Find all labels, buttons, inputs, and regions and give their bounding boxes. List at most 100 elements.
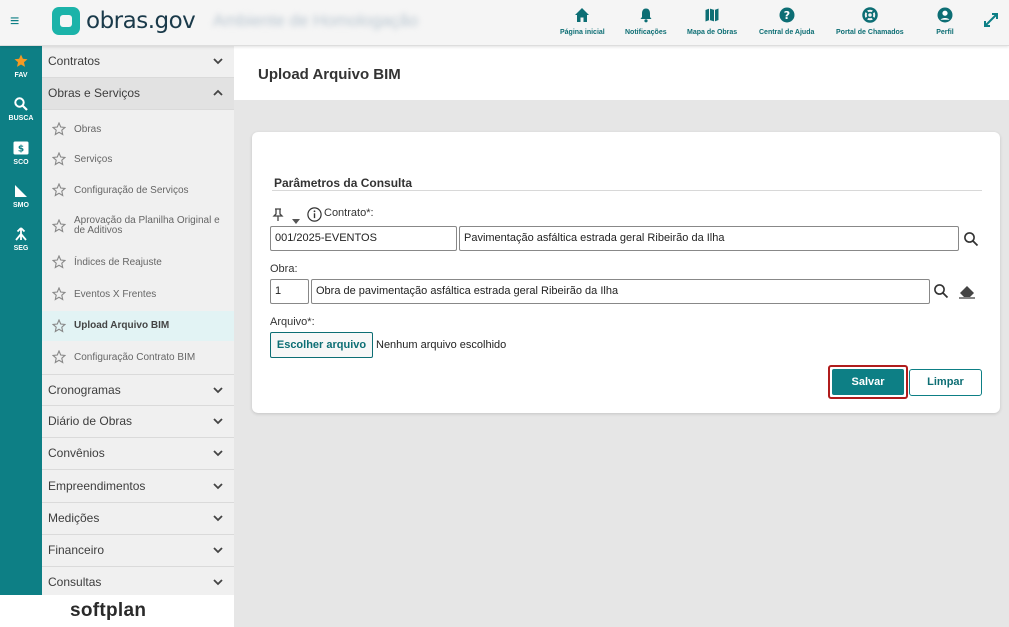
sidebar-item-label: Aprovação da Planilha Original e de Adit… — [74, 215, 220, 236]
page-header: Upload Arquivo BIM — [234, 46, 1009, 100]
svg-text:?: ? — [783, 9, 789, 22]
nav-tickets-label: Portal de Chamados — [836, 29, 904, 36]
app-logo[interactable]: obras.gov — [52, 7, 196, 35]
star-outline-icon[interactable] — [51, 286, 67, 301]
nav-tickets[interactable]: Portal de Chamados — [836, 7, 904, 36]
nav-map-label: Mapa de Obras — [687, 29, 738, 36]
save-button-highlight: Salvar — [828, 365, 908, 399]
section-divider — [272, 190, 982, 191]
rail-item-busca[interactable]: BUSCA — [0, 97, 42, 122]
section-title: Parâmetros da Consulta — [274, 176, 413, 190]
nav-notifications[interactable]: Notificações — [625, 7, 667, 36]
chevron-down-icon — [211, 479, 225, 493]
page-title: Upload Arquivo BIM — [258, 66, 401, 83]
nav-profile[interactable]: Perfil — [936, 7, 954, 36]
sidebar-category-financeiro[interactable]: Financeiro — [42, 535, 234, 567]
sidebar-item-label: Upload Arquivo BIM — [74, 320, 170, 331]
rail-item-sco[interactable]: $ SCO — [0, 141, 42, 166]
star-outline-icon[interactable] — [51, 218, 67, 233]
rail-item-seg[interactable]: SEG — [0, 227, 42, 252]
chevron-down-icon — [211, 414, 225, 428]
top-bar: ≡ obras.gov Ambiente de Homologação Pági… — [0, 0, 1009, 46]
rail-item-fav[interactable]: FAV — [0, 54, 42, 79]
contrato-code-field[interactable]: 001/2025-EVENTOS — [270, 226, 457, 251]
save-button[interactable]: Salvar — [832, 369, 904, 395]
sidebar-item-obras[interactable]: Obras — [42, 121, 234, 142]
rail-item-sco-label: SCO — [13, 159, 29, 166]
sidebar-item-label: Serviços — [74, 154, 113, 165]
sidebar-category-label: Contratos — [48, 54, 101, 68]
nav-help[interactable]: ? Central de Ajuda — [759, 7, 814, 36]
sidebar-item-eventos-frentes[interactable]: Eventos X Frentes — [42, 286, 234, 307]
contrato-label: Contrato*: — [324, 207, 374, 219]
app-name: obras.gov — [86, 8, 196, 34]
chevron-down-icon — [211, 446, 225, 460]
rail-item-fav-label: FAV — [14, 72, 28, 79]
sidebar-category-label: Financeiro — [48, 543, 105, 557]
form-card: Parâmetros da Consulta Contrato*: 001/20… — [252, 132, 1000, 413]
star-outline-icon[interactable] — [51, 254, 67, 269]
sidebar-category-medicoes[interactable]: Medições — [42, 503, 234, 535]
clear-button[interactable]: Limpar — [909, 369, 982, 396]
star-outline-icon[interactable] — [51, 121, 67, 136]
nav-home-label: Página inicial — [560, 29, 605, 36]
nav-home[interactable]: Página inicial — [560, 7, 605, 36]
sidebar-category-label: Consultas — [48, 575, 102, 589]
file-status-text: Nenhum arquivo escolhido — [376, 339, 507, 351]
sidebar-item-servicos[interactable]: Serviços — [42, 151, 234, 172]
rail-item-smo[interactable]: SMO — [0, 184, 42, 209]
eraser-icon[interactable] — [958, 285, 975, 301]
star-icon — [14, 54, 28, 70]
star-outline-icon[interactable] — [51, 318, 67, 333]
map-icon — [703, 7, 721, 25]
info-icon[interactable] — [307, 207, 322, 222]
star-outline-icon[interactable] — [51, 349, 67, 364]
caret-down-icon[interactable] — [292, 212, 300, 224]
sidebar-item-configuracao-contrato-bim[interactable]: Configuração Contrato BIM — [42, 349, 234, 370]
bell-icon — [637, 7, 655, 25]
rail-item-smo-label: SMO — [13, 202, 29, 209]
chevron-up-icon — [211, 86, 225, 100]
contrato-description-field[interactable]: Pavimentação asfáltica estrada geral Rib… — [459, 226, 959, 251]
sidebar-category-diario-obras[interactable]: Diário de Obras — [42, 406, 234, 438]
star-outline-icon[interactable] — [51, 151, 67, 166]
sidebar-item-label: Obras — [74, 124, 102, 135]
sidebar-category-label: Obras e Serviços — [48, 86, 141, 100]
expand-icon[interactable] — [983, 12, 999, 32]
obra-description-field[interactable]: Obra de pavimentação asfáltica estrada g… — [311, 279, 930, 304]
sidebar-item-label: Configuração Contrato BIM — [74, 352, 196, 363]
star-outline-icon[interactable] — [51, 182, 67, 197]
sidebar-category-label: Diário de Obras — [48, 414, 133, 428]
profile-icon — [936, 7, 954, 25]
chevron-down-icon — [211, 511, 225, 525]
choose-file-button[interactable]: Escolher arquivo — [270, 332, 373, 358]
sidebar-category-empreendimentos[interactable]: Empreendimentos — [42, 471, 234, 503]
help-icon: ? — [778, 7, 796, 25]
sidebar-item-upload-bim[interactable]: Upload Arquivo BIM — [42, 311, 234, 341]
sidebar-item-label: Configuração de Serviços — [74, 185, 189, 196]
logo-mark-icon — [52, 7, 80, 35]
sidebar-item-configuracao-servicos[interactable]: Configuração de Serviços — [42, 182, 234, 203]
sidebar: Contratos Obras e Serviços Obras Serviço… — [42, 46, 234, 595]
sidebar-item-aprovacao-planilha[interactable]: Aprovação da Planilha Original e de Adit… — [42, 214, 234, 238]
sidebar-category-label: Medições — [48, 511, 100, 525]
sidebar-category-obras-servicos[interactable]: Obras e Serviços — [42, 78, 234, 110]
sidebar-category-label: Empreendimentos — [48, 479, 146, 493]
menu-collapse-icon[interactable]: ≡ — [10, 14, 28, 30]
nav-help-label: Central de Ajuda — [759, 29, 815, 36]
nav-map[interactable]: Mapa de Obras — [687, 7, 737, 36]
sidebar-category-cronogramas[interactable]: Cronogramas — [42, 374, 234, 406]
search-icon[interactable] — [933, 283, 949, 299]
obra-code-field[interactable]: 1 — [270, 279, 309, 304]
softplan-brand: softplan — [70, 600, 147, 621]
arquivo-label: Arquivo*: — [270, 316, 315, 328]
search-icon[interactable] — [963, 231, 979, 247]
sco-icon: $ — [13, 141, 29, 157]
footer-logo: softplan — [0, 595, 234, 627]
sidebar-category-convenios[interactable]: Convênios — [42, 438, 234, 470]
svg-text:$: $ — [18, 145, 24, 155]
sidebar-category-contratos[interactable]: Contratos — [42, 46, 234, 78]
module-rail: FAV BUSCA $ SCO SMO SEG — [0, 46, 42, 595]
pin-icon[interactable] — [272, 208, 284, 222]
sidebar-item-indices-reajuste[interactable]: Índices de Reajuste — [42, 254, 234, 275]
